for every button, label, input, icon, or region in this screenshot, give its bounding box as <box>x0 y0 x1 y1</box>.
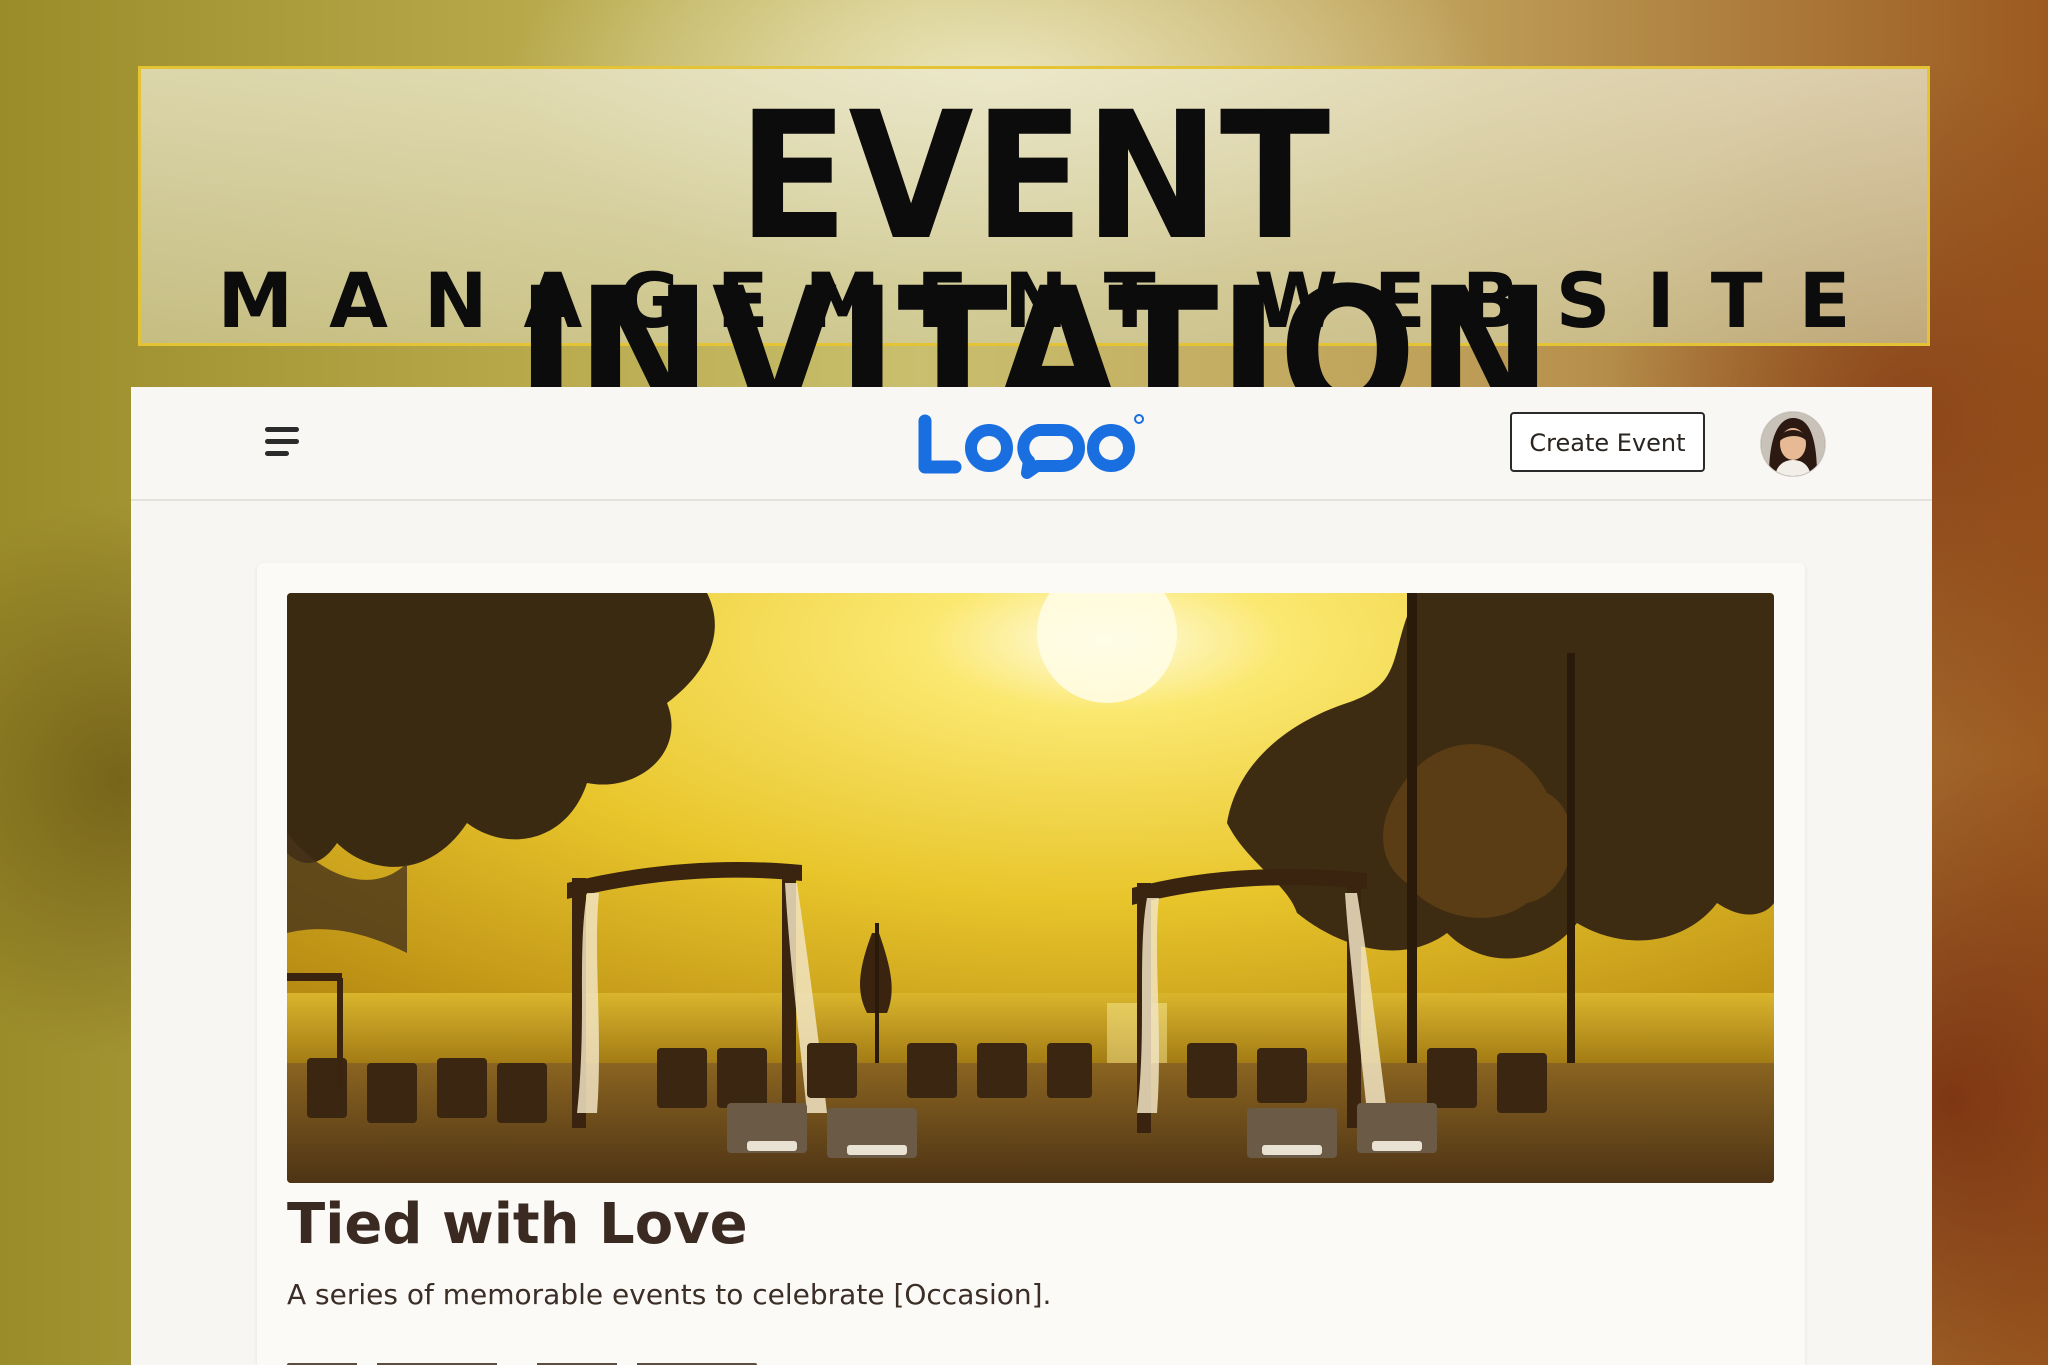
event-card: Tied with Love A series of memorable eve… <box>257 563 1805 1365</box>
app-window: Create Event Tied with Love A series of … <box>131 387 1932 1365</box>
logo[interactable] <box>911 409 1155 479</box>
promo-banner: EVENT INVITATION MANAGEMENT WEBSITE <box>138 66 1930 441</box>
top-navigation-bar: Create Event <box>131 387 1932 501</box>
event-description: A series of memorable events to celebrat… <box>287 1278 1052 1311</box>
event-title: Tied with Love <box>287 1192 748 1257</box>
event-cover-image <box>287 593 1774 1183</box>
logo-mark <box>918 414 1144 479</box>
event-date-row <box>287 1331 757 1365</box>
user-avatar[interactable] <box>1761 412 1825 476</box>
create-event-button[interactable]: Create Event <box>1510 412 1705 472</box>
banner-subtitle: MANAGEMENT WEBSITE <box>217 256 1887 345</box>
menu-icon[interactable] <box>261 423 305 463</box>
